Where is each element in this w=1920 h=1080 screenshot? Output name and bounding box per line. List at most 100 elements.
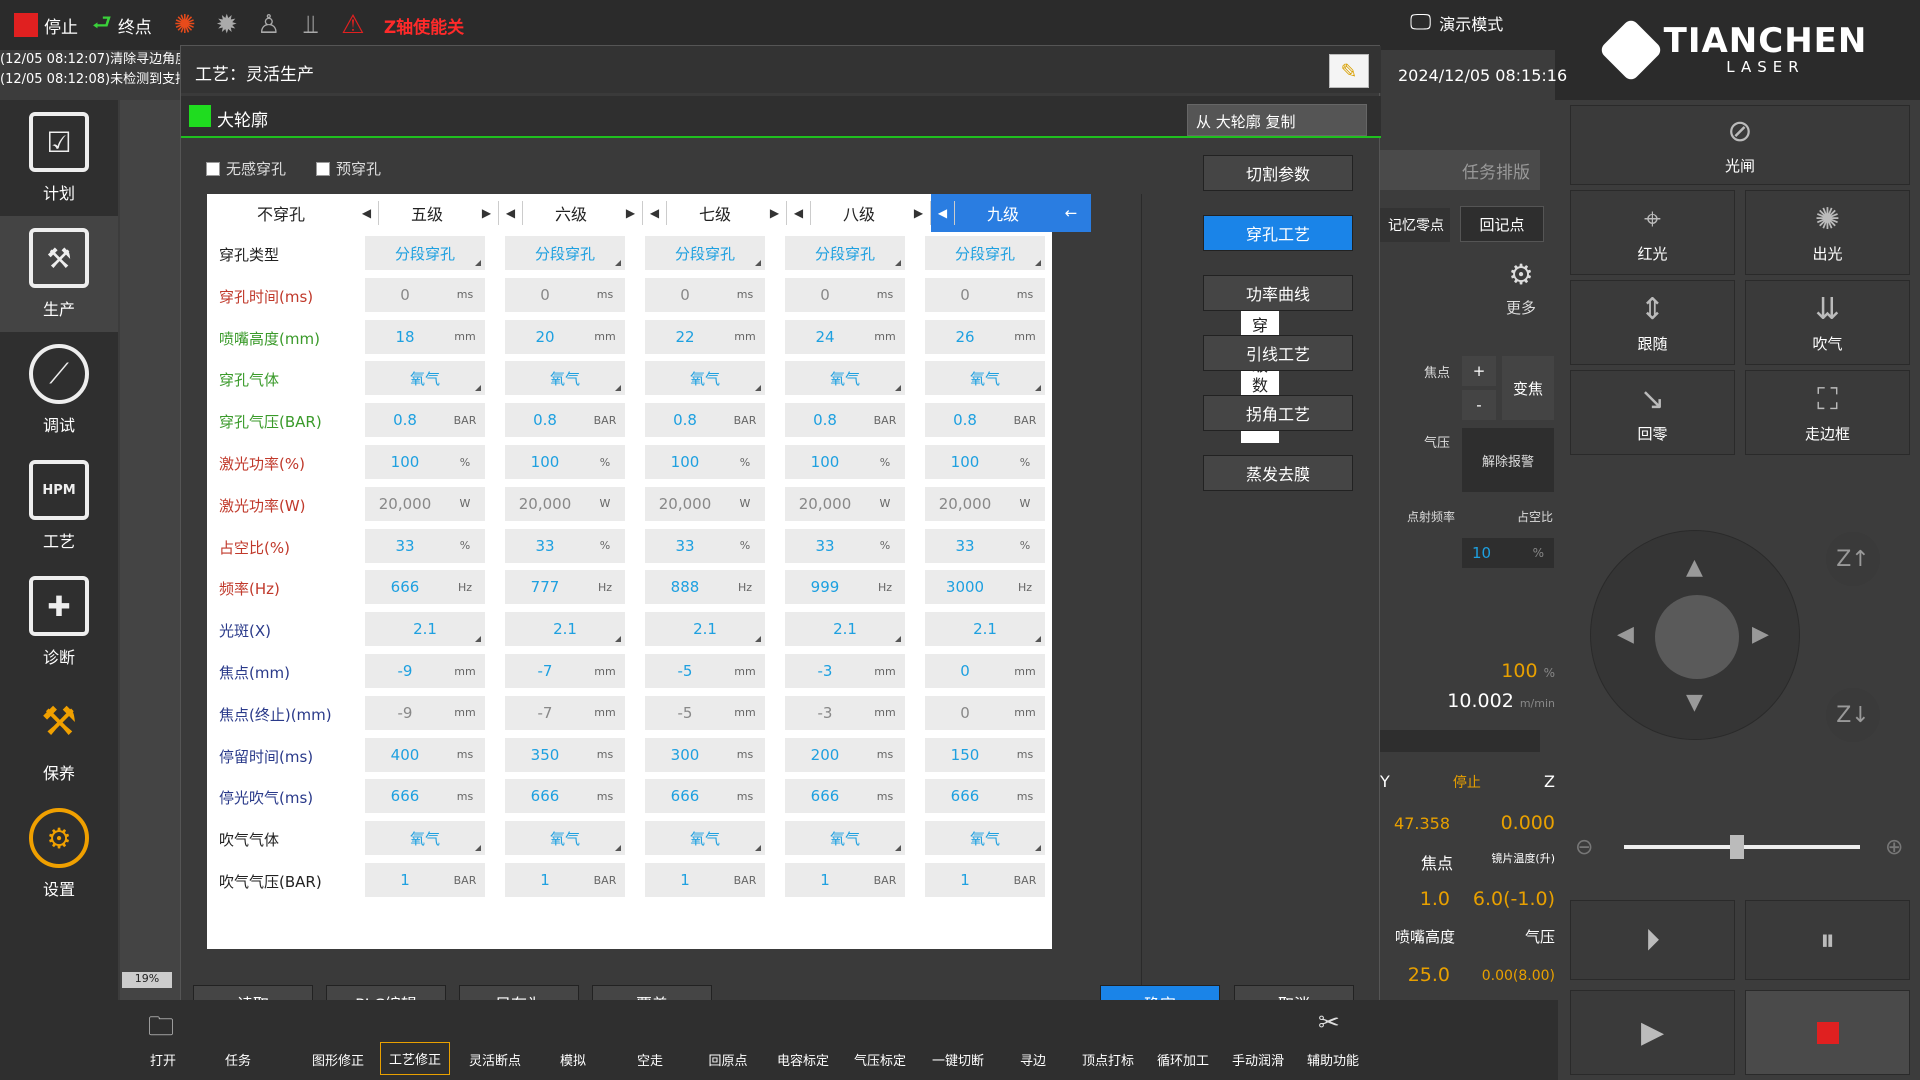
param-input[interactable]: 33% [785, 528, 905, 563]
param-input[interactable]: 1 BAR [645, 863, 765, 897]
param-input[interactable]: 0.8 BAR [785, 403, 905, 438]
process-side-button[interactable]: 功率曲线 [1203, 275, 1353, 311]
shutter-button[interactable]: ⊘ 光闸 [1570, 105, 1910, 185]
param-select[interactable]: 分段穿孔 [645, 236, 765, 270]
plus-circle-icon[interactable]: ⊕ [1885, 835, 1903, 860]
stop-process-button[interactable] [1745, 990, 1910, 1075]
bottom-tool-2[interactable]: 图形修正 [303, 1050, 373, 1069]
jog-up-icon[interactable]: ▲ [1686, 555, 1703, 580]
nav-settings[interactable]: ⚙ 设置 [0, 796, 118, 912]
param-input[interactable]: 777 Hz [505, 570, 625, 605]
edit-button[interactable]: ✎ [1329, 54, 1369, 88]
more-button[interactable]: ⚙ 更多 [1495, 258, 1547, 328]
folder-icon[interactable]: 🗀 [148, 1008, 174, 1052]
return-point-button[interactable]: 回记点 [1460, 206, 1544, 242]
process-side-button[interactable]: 拐角工艺 [1203, 395, 1353, 431]
level-prev-icon[interactable]: ◀ [499, 201, 523, 225]
emit-icon[interactable]: ✹ [210, 8, 244, 42]
nav-maintain[interactable]: ⚒ 保养 [0, 680, 118, 796]
bottom-tool-10[interactable]: 一键切断 [923, 1050, 993, 1069]
bottom-tool-11[interactable]: 寻边 [998, 1050, 1068, 1069]
param-input[interactable]: 350 ms [505, 737, 625, 772]
param-input[interactable]: 100% [925, 445, 1045, 479]
frame-button[interactable]: ⛶ 走边框 [1745, 370, 1910, 455]
process-side-button[interactable]: 切割参数 [1203, 155, 1353, 191]
param-input[interactable]: 666 ms [505, 779, 625, 814]
param-input[interactable]: 24 mm [785, 319, 905, 354]
param-input[interactable]: 1 BAR [785, 863, 905, 897]
process-side-button[interactable]: 穿孔工艺 [1203, 215, 1353, 251]
nav-process[interactable]: HPM 工艺 [0, 448, 118, 564]
start-button[interactable]: ▶ [1570, 990, 1735, 1075]
bottom-tool-14[interactable]: 手动润滑 [1223, 1050, 1293, 1069]
nav-production[interactable]: ⚒ 生产 [0, 216, 118, 332]
jog-center-button[interactable] [1655, 595, 1739, 679]
param-input[interactable]: 20,000 W [925, 486, 1045, 521]
stop-button[interactable]: 停止 [14, 13, 78, 38]
param-input[interactable]: 1 BAR [505, 863, 625, 897]
param-select[interactable]: 氧气 [365, 821, 485, 856]
process-side-button[interactable]: 引线工艺 [1203, 335, 1353, 371]
end-button[interactable]: ⮐ 终点 [92, 6, 152, 44]
nav-debug[interactable]: ⟋ 调试 [0, 332, 118, 448]
memory-zero-button[interactable]: 记忆零点 [1380, 208, 1450, 242]
level-next-icon[interactable]: ▶ [763, 201, 787, 225]
bottom-tool-3[interactable]: 工艺修正 [380, 1042, 450, 1075]
param-input[interactable]: -9 mm [365, 654, 485, 688]
warning-icon[interactable]: ⚠ [336, 8, 370, 42]
param-select[interactable]: 氧气 [505, 821, 625, 856]
param-input[interactable]: 0 ms [925, 277, 1045, 312]
focus-minus-button[interactable]: - [1462, 390, 1496, 420]
bottom-tool-4[interactable]: 灵活断点 [460, 1050, 530, 1069]
param-select[interactable]: 2.1 [785, 612, 905, 647]
param-select[interactable]: 2.1 [505, 612, 625, 647]
param-select[interactable]: 氧气 [925, 821, 1045, 856]
param-input[interactable]: -5 mm [645, 654, 765, 688]
z-down-button[interactable]: Z↓ [1826, 688, 1880, 742]
param-select[interactable]: 氧气 [645, 361, 765, 396]
level-next-icon[interactable]: ▶ [475, 201, 499, 225]
param-input[interactable]: 888 Hz [645, 570, 765, 605]
param-input[interactable]: 0.8 BAR [505, 403, 625, 438]
param-select[interactable]: 分段穿孔 [505, 236, 625, 270]
level-header[interactable]: 七级 [667, 201, 763, 225]
profile-tab[interactable]: 大轮廓 [217, 106, 268, 131]
param-input[interactable]: 100% [645, 445, 765, 479]
param-input[interactable]: 3000 Hz [925, 570, 1045, 605]
param-input[interactable]: 20,000 W [505, 486, 625, 521]
param-input[interactable]: 20,000 W [645, 486, 765, 521]
bottom-tool-9[interactable]: 气压标定 [845, 1050, 915, 1069]
param-input[interactable]: 666 ms [645, 779, 765, 814]
slider-knob[interactable] [1730, 835, 1744, 859]
param-input[interactable]: 33% [505, 528, 625, 563]
bottom-tool-8[interactable]: 电容标定 [768, 1050, 838, 1069]
param-input[interactable]: -9 mm [365, 695, 485, 730]
param-input[interactable]: 150 ms [925, 737, 1045, 772]
jog-left-icon[interactable]: ◀ [1617, 622, 1634, 647]
copy-from-select[interactable]: 从 大轮廓 复制 [1187, 104, 1367, 136]
param-input[interactable]: 666 ms [925, 779, 1045, 814]
level-prev-icon[interactable]: ◀ [643, 201, 667, 225]
param-input[interactable]: 1 BAR [925, 863, 1045, 897]
param-input[interactable]: 400 ms [365, 737, 485, 772]
param-select[interactable]: 分段穿孔 [365, 236, 485, 270]
param-input[interactable]: 666 ms [365, 779, 485, 814]
param-input[interactable]: 18 mm [365, 319, 485, 354]
param-select[interactable]: 分段穿孔 [785, 236, 905, 270]
red-light-button[interactable]: ⌖ 红光 [1570, 190, 1735, 275]
tools-icon[interactable]: ✂ [1318, 1008, 1340, 1038]
pause-button[interactable]: ⏸ [1745, 900, 1910, 980]
bottom-tool-1[interactable]: 任务 [203, 1050, 273, 1069]
param-input[interactable]: 100% [785, 445, 905, 479]
param-input[interactable]: 200 ms [785, 737, 905, 772]
param-input[interactable]: 20 mm [505, 319, 625, 354]
level-header[interactable]: 不穿孔 [207, 201, 355, 225]
level-prev-icon[interactable]: ◀ [787, 201, 811, 225]
param-input[interactable]: -5 mm [645, 695, 765, 730]
process-side-button[interactable]: 蒸发去膜 [1203, 455, 1353, 491]
blow-button[interactable]: ⇊ 吹气 [1745, 280, 1910, 365]
bottom-tool-7[interactable]: 回原点 [693, 1050, 763, 1069]
param-input[interactable]: 100% [365, 445, 485, 479]
param-input[interactable]: 33% [365, 528, 485, 563]
level-header[interactable]: 八级 [811, 201, 907, 225]
